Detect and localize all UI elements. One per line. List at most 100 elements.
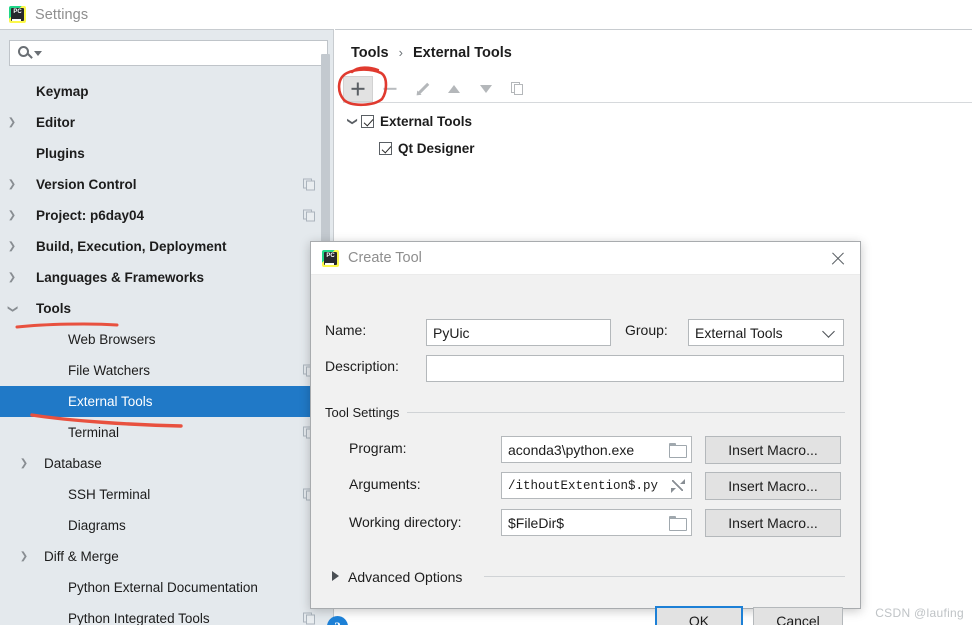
arguments-field[interactable]: /ithoutExtention$.py [501,472,692,499]
sidebar-item-plugins[interactable]: Plugins [0,138,334,169]
pycharm-logo-icon: PC [9,6,26,23]
tool-settings-label: Tool Settings [325,405,399,420]
insert-macro-label: Insert Macro... [728,478,817,494]
arguments-field-value: /ithoutExtention$.py [508,479,658,493]
description-label: Description: [325,358,399,374]
copy-settings-icon[interactable] [303,209,316,222]
sidebar-item-label: Build, Execution, Deployment [24,239,334,254]
folder-icon[interactable] [669,443,685,456]
chevron-right-icon[interactable] [0,242,24,252]
sidebar-item-project-p6day04[interactable]: Project: p6day04 [0,200,334,231]
chevron-right-icon[interactable] [0,211,24,221]
move-up-button[interactable] [439,76,469,102]
caret-down-icon[interactable] [34,51,42,56]
sidebar-item-file-watchers[interactable]: File Watchers [0,355,334,386]
working-directory-row: Working directory: [349,514,462,530]
close-icon[interactable] [830,251,846,267]
name-field[interactable]: PyUic [426,319,611,346]
chevron-right-icon[interactable] [12,459,36,469]
insert-macro-label: Insert Macro... [728,442,817,458]
external-tools-toolbar [343,75,972,103]
sidebar-item-label: File Watchers [36,363,334,378]
triangle-right-icon[interactable] [332,571,339,581]
breadcrumb-separator-icon: › [399,45,403,60]
create-tool-dialog: PC Create Tool Name: PyUic Group: Extern… [310,241,861,609]
chevron-right-icon[interactable] [0,273,24,283]
copy-button[interactable] [503,76,533,102]
sidebar-item-editor[interactable]: Editor [0,107,334,138]
sidebar-item-diff-merge[interactable]: Diff & Merge [0,541,334,572]
program-row: Program: [349,440,407,456]
cancel-button[interactable]: Cancel [753,607,843,625]
sidebar-item-terminal[interactable]: Terminal [0,417,334,448]
watermark: CSDN @laufing [875,606,964,620]
chevron-down-icon[interactable] [343,116,361,127]
sidebar-item-label: Database [36,456,334,471]
ok-button[interactable]: OK [655,606,743,625]
sidebar-item-tools[interactable]: Tools [0,293,334,324]
arguments-row: Arguments: [349,476,421,492]
settings-sidebar: KeymapEditorPlugins Version Control Projec… [0,29,334,625]
tool-checkbox[interactable] [379,142,392,155]
chevron-down-icon[interactable] [0,304,24,314]
window-titlebar: PC Settings [0,0,972,29]
group-select-value: External Tools [695,325,824,341]
sidebar-item-web-browsers[interactable]: Web Browsers [0,324,334,355]
chevron-right-icon[interactable] [0,180,24,190]
working-directory-field[interactable]: $FileDir$ [501,509,692,536]
window-title: Settings [35,7,88,23]
move-down-button[interactable] [471,76,501,102]
sidebar-item-python-integrated-tools[interactable]: Python Integrated Tools [0,603,334,625]
sidebar-item-external-tools[interactable]: External Tools [0,386,334,417]
group-checkbox[interactable] [361,115,374,128]
description-row: Description: [325,358,399,374]
tree-row-group[interactable]: External Tools [343,108,972,135]
breadcrumb-parent[interactable]: Tools [351,45,389,61]
search-icon-handle [27,53,33,59]
advanced-options-label[interactable]: Advanced Options [348,569,462,585]
ok-label: OK [689,613,709,625]
search-input[interactable] [9,40,328,66]
sidebar-item-python-external-documentation[interactable]: Python External Documentation [0,572,334,603]
copy-settings-icon[interactable] [303,178,316,191]
remove-button[interactable] [375,76,405,102]
chevron-right-icon[interactable] [12,552,36,562]
pycharm-logo-icon: PC [322,250,339,267]
expand-icon[interactable] [671,479,685,493]
tree-group-label: External Tools [380,114,472,129]
tree-row-item[interactable]: Qt Designer [343,135,972,162]
sidebar-item-diagrams[interactable]: Diagrams [0,510,334,541]
tree-item-label: Qt Designer [398,141,475,156]
program-label: Program: [349,440,407,456]
insert-macro-working-directory-button[interactable]: Insert Macro... [705,509,841,537]
dialog-body: Name: PyUic Group: External Tools Descri… [311,275,860,609]
program-field[interactable]: aconda3\python.exe [501,436,692,463]
group-row: Group: [625,322,668,338]
sidebar-item-database[interactable]: Database [0,448,334,479]
insert-macro-arguments-button[interactable]: Insert Macro... [705,472,841,500]
program-field-value: aconda3\python.exe [508,442,634,458]
folder-icon[interactable] [669,516,685,529]
insert-macro-program-button[interactable]: Insert Macro... [705,436,841,464]
edit-button[interactable] [407,76,437,102]
sidebar-item-version-control[interactable]: Version Control [0,169,334,200]
description-field[interactable] [426,355,844,382]
sidebar-item-label: Diagrams [36,518,334,533]
sidebar-item-label: Python External Documentation [36,580,334,595]
copy-icon [511,82,525,96]
cancel-label: Cancel [776,613,820,625]
working-directory-field-value: $FileDir$ [508,515,564,531]
chevron-down-icon [822,325,835,338]
arrow-up-icon [448,85,460,93]
dialog-titlebar: PC Create Tool [311,242,860,275]
sidebar-item-languages-frameworks[interactable]: Languages & Frameworks [0,262,334,293]
group-select[interactable]: External Tools [688,319,844,346]
sidebar-item-ssh-terminal[interactable]: SSH Terminal [0,479,334,510]
sidebar-item-keymap[interactable]: Keymap [0,76,334,107]
advanced-options-divider [484,576,845,577]
sidebar-item-build-execution-deployment[interactable]: Build, Execution, Deployment [0,231,334,262]
sidebar-item-label: Version Control [24,177,334,192]
copy-settings-icon[interactable] [303,612,316,625]
add-button[interactable] [343,76,373,102]
chevron-right-icon[interactable] [0,118,24,128]
